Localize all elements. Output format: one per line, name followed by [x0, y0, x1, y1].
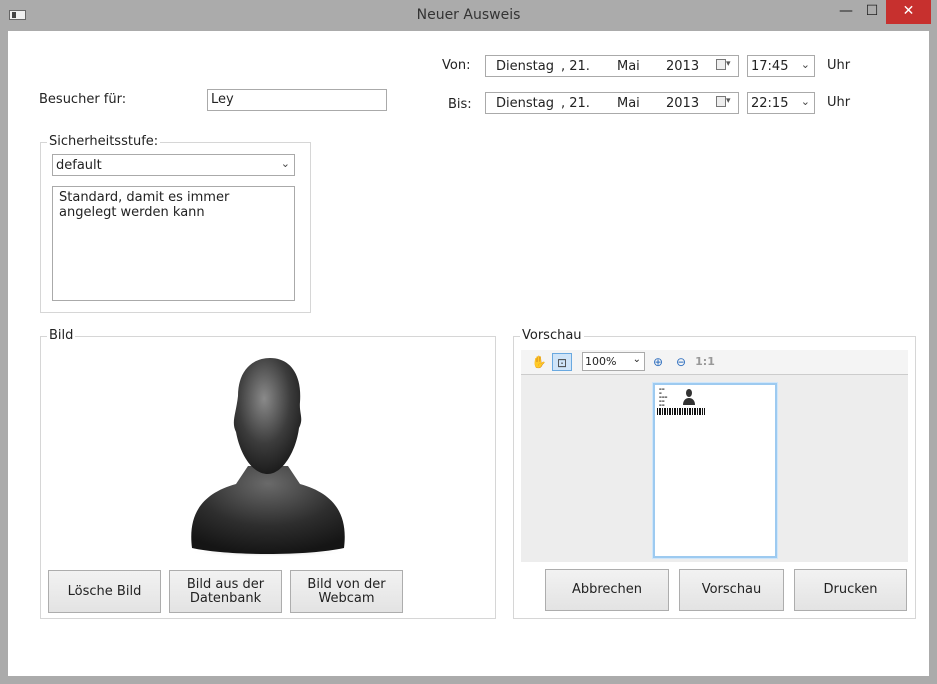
preview-page: ▬▬ ▬ ▬▬▬ ▬▬ ▬▬ — [653, 383, 777, 558]
image-from-database-button[interactable]: Bild aus der Datenbank — [169, 570, 282, 613]
zoom-level-value: 100% — [585, 355, 617, 368]
from-day: , 21. — [561, 59, 590, 74]
zoom-select-icon[interactable]: ⊡ — [552, 353, 572, 371]
to-time-select[interactable]: 22:15 ⌄ — [747, 92, 815, 114]
from-unit-label: Uhr — [827, 58, 851, 73]
calendar-icon[interactable]: ▾ — [716, 96, 734, 108]
preview-toolbar: ✋ ⊡ 100% ⌄ ⊕ ⊖ 1:1 — [521, 350, 908, 375]
dialog-body: Besucher für: Ley Von: Dienstag , 21. Ma… — [8, 31, 929, 676]
from-year: 2013 — [666, 59, 700, 74]
to-month: Mai — [617, 96, 640, 111]
to-day: , 21. — [561, 96, 590, 111]
title-bar[interactable]: Neuer Ausweis — ☐ ✕ — [0, 0, 937, 31]
hand-pan-icon[interactable]: ✋ — [529, 353, 549, 371]
minimize-button[interactable]: — — [833, 0, 859, 24]
image-from-webcam-button[interactable]: Bild von der Webcam — [290, 570, 403, 613]
from-weekday: Dienstag — [496, 59, 554, 74]
from-time-select[interactable]: 17:45 ⌄ — [747, 55, 815, 77]
page-photo-thumbnail — [683, 389, 695, 405]
calendar-icon[interactable]: ▾ — [716, 59, 734, 71]
to-unit-label: Uhr — [827, 95, 851, 110]
to-time-value: 22:15 — [751, 96, 789, 111]
chevron-down-icon: ⌄ — [280, 157, 290, 170]
zoom-level-select[interactable]: 100% ⌄ — [582, 352, 645, 371]
to-weekday: Dienstag — [496, 96, 554, 111]
preview-group-title: Vorschau — [520, 328, 584, 343]
print-preview-area[interactable]: ✋ ⊡ 100% ⌄ ⊕ ⊖ 1:1 ▬▬ ▬ ▬▬▬ ▬▬ ▬▬ — [521, 350, 908, 562]
visitor-input[interactable]: Ley — [207, 89, 387, 111]
security-level-value: default — [56, 158, 102, 173]
close-button[interactable]: ✕ — [886, 0, 931, 24]
person-placeholder-image — [188, 358, 348, 556]
to-year: 2013 — [666, 96, 700, 111]
chevron-down-icon: ⌄ — [800, 58, 810, 71]
visitor-label: Besucher für: — [39, 92, 127, 107]
print-button[interactable]: Drucken — [794, 569, 907, 611]
from-month: Mai — [617, 59, 640, 74]
delete-image-button[interactable]: Lösche Bild — [48, 570, 161, 613]
page-text-lines: ▬▬ ▬ ▬▬▬ ▬▬ ▬▬ — [659, 387, 668, 407]
image-group-title: Bild — [47, 328, 76, 343]
zoom-in-icon[interactable]: ⊕ — [648, 353, 668, 371]
window-title: Neuer Ausweis — [416, 7, 521, 23]
page-barcode — [657, 408, 705, 415]
zoom-out-icon[interactable]: ⊖ — [671, 353, 691, 371]
from-time-value: 17:45 — [751, 59, 789, 74]
actual-size-button[interactable]: 1:1 — [694, 353, 716, 371]
preview-button[interactable]: Vorschau — [679, 569, 784, 611]
chevron-down-icon: ⌄ — [632, 354, 641, 365]
to-label: Bis: — [448, 97, 472, 112]
to-date-picker[interactable]: Dienstag , 21. Mai 2013 ▾ — [485, 92, 739, 114]
from-label: Von: — [442, 58, 471, 73]
cancel-button[interactable]: Abbrechen — [545, 569, 669, 611]
from-date-picker[interactable]: Dienstag , 21. Mai 2013 ▾ — [485, 55, 739, 77]
maximize-button[interactable]: ☐ — [859, 0, 885, 24]
dialog-window: Neuer Ausweis — ☐ ✕ Besucher für: Ley Vo… — [0, 0, 937, 684]
chevron-down-icon: ⌄ — [800, 95, 810, 108]
security-level-select[interactable]: default ⌄ — [52, 154, 295, 176]
security-description[interactable]: Standard, damit es immer angelegt werden… — [52, 186, 295, 301]
security-group-title: Sicherheitsstufe: — [47, 134, 161, 149]
